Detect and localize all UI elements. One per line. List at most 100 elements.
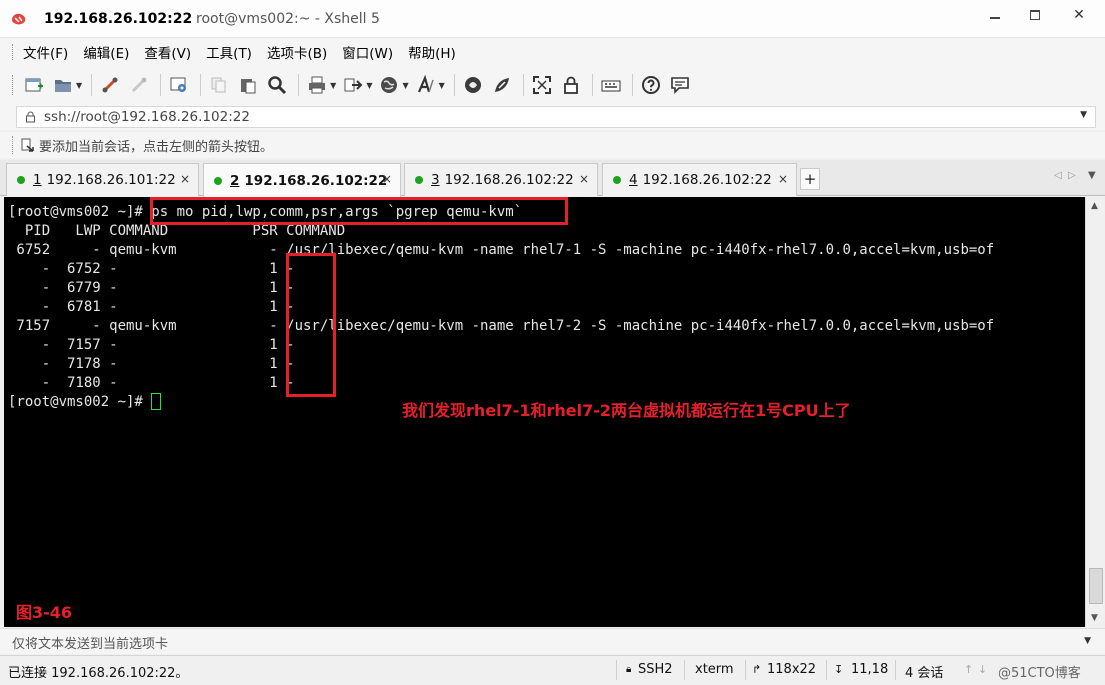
tab-number: 4 (629, 172, 638, 188)
disconnect-button[interactable] (126, 72, 152, 98)
status-protocol: SSH2 (638, 662, 673, 677)
open-session-button[interactable] (50, 72, 76, 98)
window-title-app: root@vms002:~ - Xshell 5 (196, 11, 380, 27)
print-button[interactable] (304, 72, 330, 98)
scrollbar-thumb[interactable] (1089, 568, 1103, 604)
status-separator (684, 660, 685, 680)
tab-close-icon[interactable]: × (579, 172, 589, 186)
toolbar-separator (591, 74, 593, 96)
xftp-icon (464, 77, 481, 93)
menu-view[interactable]: 查看(V) (144, 42, 198, 62)
keyboard-button[interactable] (598, 72, 624, 98)
compose-bar[interactable]: 仅将文本发送到当前选项卡 ▼ (0, 628, 1105, 654)
tab-close-icon[interactable]: × (382, 172, 392, 186)
open-session-dropdown-icon[interactable]: ▼ (76, 81, 82, 90)
font-button[interactable] (413, 72, 439, 98)
address-dropdown-icon[interactable]: ▼ (1080, 110, 1087, 120)
tab-bar: 1 192.168.26.101:22 × 2 192.168.26.102:2… (0, 160, 1105, 197)
terminal-line: - 6781 - 1 - (8, 299, 295, 315)
status-separator (616, 660, 617, 680)
address-bar: ssh://root@192.168.26.102:22 ▼ (0, 104, 1105, 130)
hint-grip (12, 136, 15, 154)
tab-label: 192.168.26.102:22 (444, 172, 574, 188)
fullscreen-button[interactable] (529, 72, 555, 98)
maximize-button[interactable] (1016, 0, 1054, 30)
xmanager-button[interactable] (489, 72, 515, 98)
tab-list-dropdown-icon[interactable]: ▼ (1088, 170, 1096, 181)
help-icon (641, 76, 660, 94)
transfer-button[interactable] (340, 72, 366, 98)
fullscreen-icon (532, 76, 551, 94)
toolbar-separator (453, 74, 455, 96)
menu-tools[interactable]: 工具(T) (206, 42, 259, 62)
properties-button[interactable] (166, 72, 192, 98)
status-down-icon[interactable]: ↓ (978, 663, 987, 676)
figure-label: 图3-46 (16, 603, 73, 622)
annotation-text: 我们发现rhel7-1和rhel7-2两台虚拟机都运行在1号CPU上了 (402, 401, 851, 420)
lock-icon (26, 111, 35, 123)
menu-file[interactable]: 文件(F) (23, 42, 75, 62)
menu-help[interactable]: 帮助(H) (408, 42, 463, 62)
minimize-icon (990, 17, 1000, 19)
terminal[interactable]: [root@vms002 ~]# ps mo pid,lwp,comm,psr,… (4, 197, 1085, 627)
close-window-button[interactable]: ✕ (1056, 0, 1102, 30)
font-dropdown-icon[interactable]: ▼ (439, 81, 445, 90)
scroll-up-icon[interactable]: ▲ (1091, 201, 1098, 211)
tab-session-1[interactable]: 1 192.168.26.101:22 × (6, 163, 199, 196)
command-highlight-box (150, 197, 568, 225)
scroll-down-icon[interactable]: ▼ (1091, 613, 1098, 623)
menu-edit[interactable]: 编辑(E) (83, 42, 136, 62)
reconnect-button[interactable] (97, 72, 123, 98)
globe-dropdown-icon[interactable]: ▼ (402, 81, 408, 90)
terminal-line: - 7178 - 1 - (8, 356, 295, 372)
status-watermark: @51CTO博客 (998, 666, 1081, 681)
status-separator (745, 660, 746, 680)
help-button[interactable] (638, 72, 664, 98)
tab-scroll-left-icon[interactable]: ◁ (1054, 170, 1062, 181)
properties-icon (170, 77, 187, 92)
toolbar-separator (91, 74, 93, 96)
add-tab-button[interactable]: + (800, 168, 820, 190)
copy-icon (211, 77, 226, 93)
tab-close-icon[interactable]: × (180, 172, 190, 186)
hint-text: 要添加当前会话，点击左侧的箭头按钮。 (39, 139, 274, 155)
address-input[interactable]: ssh://root@192.168.26.102:22 ▼ (16, 106, 1096, 128)
minimize-button[interactable] (976, 0, 1014, 30)
status-size-icon: ↱ (752, 663, 762, 676)
compose-dropdown-icon[interactable]: ▼ (1084, 636, 1091, 646)
terminal-prompt-line: [root@vms002 ~]# (8, 393, 162, 412)
terminal-scrollbar[interactable]: ▲ ▼ (1085, 197, 1105, 627)
tab-close-icon[interactable]: × (778, 172, 788, 186)
new-session-button[interactable] (21, 72, 47, 98)
status-connection: 已连接 192.168.26.102:22。 (8, 666, 189, 681)
menu-tab[interactable]: 选项卡(B) (267, 42, 334, 62)
globe-button[interactable] (376, 72, 402, 98)
add-session-arrow-icon[interactable] (21, 138, 35, 152)
terminal-prompt: [root@vms002 ~]# (8, 394, 152, 410)
chat-button[interactable] (667, 72, 693, 98)
status-cursor-position: 11,18 (851, 662, 889, 677)
status-up-icon[interactable]: ↑ (964, 663, 973, 676)
transfer-dropdown-icon[interactable]: ▼ (366, 81, 372, 90)
title-bar: 192.168.26.102:22 root@vms002:~ - Xshell… (0, 0, 1105, 38)
status-lock-icon: 🔒︎ (626, 664, 632, 675)
lock-button[interactable] (558, 72, 584, 98)
menu-window[interactable]: 窗口(W) (342, 42, 400, 62)
find-button[interactable] (264, 72, 290, 98)
session-status-dot (613, 176, 621, 184)
status-terminal-type: xterm (695, 662, 734, 677)
maximize-icon (1030, 10, 1040, 20)
tab-session-3[interactable]: 3 192.168.26.102:22 × (404, 163, 598, 196)
print-dropdown-icon[interactable]: ▼ (330, 81, 336, 90)
tab-session-4[interactable]: 4 192.168.26.102:22 × (602, 163, 797, 196)
tab-session-2[interactable]: 2 192.168.26.102:22 × (203, 163, 401, 197)
tab-label: 192.168.26.101:22 (46, 172, 176, 188)
tab-scroll-right-icon[interactable]: ▷ (1068, 170, 1076, 181)
copy-button[interactable] (206, 72, 232, 98)
paste-icon (241, 79, 256, 94)
xshell-logo-icon (12, 13, 26, 25)
paste-button[interactable] (235, 72, 261, 98)
compose-input[interactable]: 仅将文本发送到当前选项卡 (12, 633, 168, 652)
xftp-button[interactable] (460, 72, 486, 98)
psr-highlight-box (286, 253, 336, 397)
